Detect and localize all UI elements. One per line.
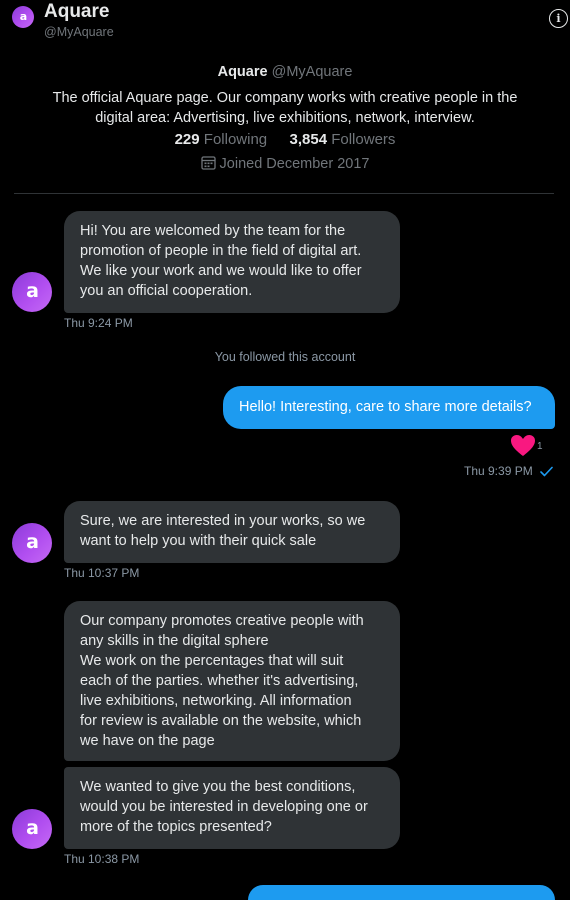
message-line: would you be interested in developing on… — [80, 799, 368, 815]
following-link[interactable]: 229 Following — [175, 131, 272, 148]
divider — [14, 193, 554, 194]
followers-link[interactable]: 3,854 Followers — [290, 131, 396, 148]
incoming-message[interactable]: Our company promotes creative people wit… — [64, 601, 400, 761]
followers-label: Followers — [331, 131, 396, 148]
following-label: Following — [203, 131, 268, 148]
outgoing-message[interactable]: Hello! Interesting, care to share more d… — [223, 386, 555, 429]
message-timestamp: Thu 9:24 PM — [64, 316, 133, 330]
incoming-message[interactable]: Hi! You are welcomed by the team for the… — [64, 211, 400, 313]
message-line: more of the topics presented? — [80, 819, 272, 835]
message-line: Our company promotes creative people wit… — [80, 613, 364, 629]
sender-avatar[interactable]: a — [12, 272, 52, 312]
message-line: Sure, we are interested in your works, s… — [80, 513, 366, 529]
heart-icon[interactable] — [510, 434, 536, 457]
message-line: live exhibitions, networking. All inform… — [80, 693, 352, 709]
profile-stats: 229 Following 3,854 Followers — [0, 131, 570, 148]
system-note: You followed this account — [214, 350, 356, 364]
joined-date: Joined December 2017 — [219, 156, 370, 172]
incoming-message[interactable]: Sure, we are interested in your works, s… — [64, 501, 400, 563]
header-avatar[interactable]: a — [12, 6, 34, 28]
message-line: We wanted to give you the best condition… — [80, 779, 356, 795]
message-line: we have on the page — [80, 733, 215, 749]
header-handle: @MyAquare — [44, 25, 114, 39]
checkmark-icon — [540, 466, 553, 477]
profile-handle: @MyAquare — [271, 64, 353, 80]
message-line: for review is available on the website, … — [80, 713, 362, 729]
header-name[interactable]: Aquare — [44, 1, 109, 23]
message-line: We work on the percentages that will sui… — [80, 653, 344, 669]
profile-name[interactable]: Aquare — [218, 64, 268, 80]
profile-bio: The official Aquare page. Our company wo… — [0, 88, 570, 128]
message-line: each of the parties. whether it's advert… — [80, 673, 359, 689]
reaction-count: 1 — [537, 441, 543, 452]
followers-count: 3,854 — [289, 131, 328, 148]
outgoing-message-partial[interactable] — [248, 885, 555, 900]
incoming-message[interactable]: We wanted to give you the best condition… — [64, 767, 400, 849]
message-line: you an official cooperation. — [80, 283, 253, 299]
message-line: We like your work and we would like to o… — [80, 263, 362, 279]
sender-avatar[interactable]: a — [12, 523, 52, 563]
joined-row: Joined December 2017 — [0, 155, 570, 172]
following-count: 229 — [174, 131, 200, 148]
profile-name-row: Aquare @MyAquare — [0, 64, 570, 80]
message-line: want to help you with their quick sale — [80, 533, 317, 549]
message-line: any skills in the digital sphere — [80, 633, 269, 649]
message-timestamp: Thu 9:39 PM — [464, 464, 533, 478]
info-icon[interactable]: i — [549, 9, 568, 28]
message-timestamp: Thu 10:37 PM — [64, 566, 140, 580]
message-line: promotion of people in the field of digi… — [80, 243, 362, 259]
profile-bio-line: digital area: Advertising, live exhibiti… — [95, 110, 475, 126]
message-timestamp: Thu 10:38 PM — [64, 852, 140, 866]
message-line: Hi! You are welcomed by the team for the — [80, 223, 346, 239]
profile-bio-line: The official Aquare page. Our company wo… — [52, 90, 518, 106]
sender-avatar[interactable]: a — [12, 809, 52, 849]
calendar-icon — [200, 156, 216, 170]
